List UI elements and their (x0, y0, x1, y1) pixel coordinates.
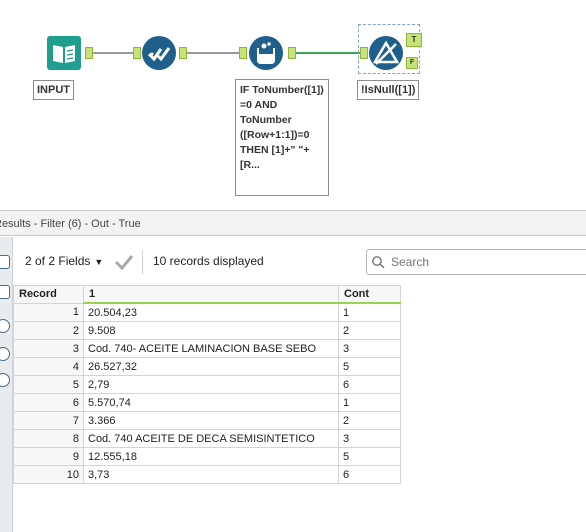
results-toolbar: 2 of 2 Fields ▼ 10 records displayed (13, 240, 586, 284)
table-row[interactable]: 2 9.508 2 (13, 321, 401, 340)
table-row[interactable]: 4 26.527,32 5 (13, 357, 401, 376)
value-cell[interactable]: 2,79 (83, 375, 339, 394)
value-cell[interactable]: 3,73 (83, 465, 339, 484)
filter-input-anchor[interactable] (360, 47, 368, 59)
table-row[interactable]: 8 Cod. 740 ACEITE DE DECA SEMISINTETICO 3 (13, 429, 401, 448)
results-side-rail (0, 237, 13, 532)
results-title-text: Results - Filter (6) - Out - True (0, 218, 141, 230)
formula-output-anchor[interactable] (288, 47, 296, 59)
value-cell[interactable]: Cod. 740- ACEITE LAMINACION BASE SEBO (83, 339, 339, 358)
tag-view-icon[interactable] (0, 347, 10, 361)
select-output-anchor[interactable] (179, 47, 187, 59)
table-view-icon[interactable] (0, 255, 10, 269)
cont-cell[interactable]: 6 (338, 375, 401, 394)
record-cell: 5 (13, 375, 84, 394)
cont-cell[interactable]: 2 (338, 411, 401, 430)
value-cell[interactable]: 12.555,18 (83, 447, 339, 466)
filter-tool[interactable] (368, 35, 404, 71)
record-cell: 7 (13, 411, 84, 430)
record-cell: 10 (13, 465, 84, 484)
value-cell[interactable]: 20.504,23 (83, 302, 339, 322)
records-count: 10 records displayed (153, 254, 264, 268)
record-cell: 1 (13, 302, 84, 322)
table-row[interactable]: 5 2,79 6 (13, 375, 401, 394)
filter-false-anchor[interactable]: F (406, 57, 418, 69)
cont-cell[interactable]: 5 (338, 357, 401, 376)
fields-selector[interactable]: 2 of 2 Fields ▼ (25, 254, 103, 268)
input-tool-label: INPUT (33, 80, 74, 100)
connection-formula-filter (295, 52, 360, 54)
search-box[interactable] (366, 249, 586, 275)
workflow-canvas[interactable]: INPUT IF ToNumber([1]) =0 AND ToNumber (… (0, 0, 586, 208)
record-cell: 8 (13, 429, 84, 448)
search-input[interactable] (389, 253, 583, 271)
record-cell: 9 (13, 447, 84, 466)
cont-cell[interactable]: 3 (338, 339, 401, 358)
input-output-anchor[interactable] (85, 47, 93, 59)
select-check-icon (142, 36, 176, 70)
cont-cell[interactable]: 2 (338, 321, 401, 340)
table-header-row: Record 1 Cont (13, 285, 401, 304)
toolbar-divider (142, 250, 143, 274)
input-tool[interactable] (46, 35, 82, 71)
record-cell: 3 (13, 339, 84, 358)
data-view-icon[interactable] (0, 285, 10, 299)
formula-flask-icon (249, 36, 283, 70)
input-book-icon (47, 36, 81, 70)
cont-cell[interactable]: 5 (338, 447, 401, 466)
select-input-anchor[interactable] (133, 47, 141, 59)
table-row[interactable]: 1 20.504,23 1 (13, 302, 401, 322)
filter-tool-label: !IsNull([1]) (357, 80, 420, 100)
column-header-cont[interactable]: Cont (338, 285, 401, 304)
connection-input-select (92, 52, 134, 54)
record-cell: 6 (13, 393, 84, 412)
formula-input-anchor[interactable] (239, 47, 247, 59)
column-header-record[interactable]: Record (13, 285, 84, 304)
value-cell[interactable]: 9.508 (83, 321, 339, 340)
record-cell: 4 (13, 357, 84, 376)
metadata-view-icon[interactable] (0, 319, 10, 333)
apply-check-icon[interactable] (113, 252, 135, 272)
fields-selector-label: 2 of 2 Fields (25, 254, 91, 268)
filter-true-anchor[interactable]: T (406, 33, 422, 47)
table-row[interactable]: 9 12.555,18 5 (13, 447, 401, 466)
table-row[interactable]: 7 3.366 2 (13, 411, 401, 430)
cont-cell[interactable]: 1 (338, 302, 401, 322)
results-table: Record 1 Cont 1 20.504,23 1 2 9.508 2 3 Cod. … (13, 285, 401, 484)
table-row[interactable]: 6 5.570,74 1 (13, 393, 401, 412)
select-tool[interactable] (141, 35, 177, 71)
search-icon (372, 256, 385, 269)
info-view-icon[interactable] (0, 373, 10, 387)
table-row[interactable]: 3 Cod. 740- ACEITE LAMINACION BASE SEBO 3 (13, 339, 401, 358)
column-header-1[interactable]: 1 (83, 285, 339, 304)
cont-cell[interactable]: 3 (338, 429, 401, 448)
results-panel-title: Results - Filter (6) - Out - True (0, 210, 586, 236)
cont-cell[interactable]: 6 (338, 465, 401, 484)
formula-tool-label: IF ToNumber([1]) =0 AND ToNumber ([Row+1… (235, 79, 329, 196)
value-cell[interactable]: Cod. 740 ACEITE DE DECA SEMISINTETICO (83, 429, 339, 448)
record-cell: 2 (13, 321, 84, 340)
value-cell[interactable]: 5.570,74 (83, 393, 339, 412)
connection-select-formula (180, 52, 240, 54)
cont-cell[interactable]: 1 (338, 393, 401, 412)
table-row[interactable]: 10 3,73 6 (13, 465, 401, 484)
chevron-down-icon: ▼ (94, 257, 104, 267)
formula-tool[interactable] (248, 35, 284, 71)
value-cell[interactable]: 3.366 (83, 411, 339, 430)
filter-triangle-icon (369, 36, 403, 70)
value-cell[interactable]: 26.527,32 (83, 357, 339, 376)
